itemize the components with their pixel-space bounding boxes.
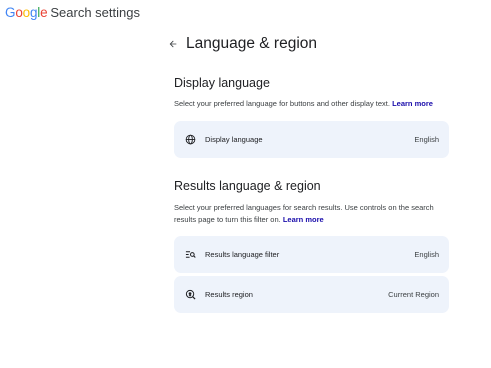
logo-letter: o xyxy=(22,5,31,20)
learn-more-link[interactable]: Learn more xyxy=(392,99,433,108)
row-value: English xyxy=(414,250,439,259)
google-logo[interactable]: Google xyxy=(5,5,48,21)
results-language-filter-row[interactable]: Results language filter English xyxy=(174,236,449,273)
results-language-description: Select your preferred languages for sear… xyxy=(174,202,436,225)
display-language-heading: Display language xyxy=(174,76,270,90)
learn-more-link[interactable]: Learn more xyxy=(283,215,324,224)
row-value: Current Region xyxy=(388,290,439,299)
row-label: Results region xyxy=(205,290,253,299)
filter-search-icon xyxy=(185,249,196,260)
results-language-heading: Results language & region xyxy=(174,179,321,193)
results-region-row[interactable]: Results region Current Region xyxy=(174,276,449,313)
logo-letter: e xyxy=(40,5,48,20)
back-button[interactable] xyxy=(167,38,179,50)
app-title: Search settings xyxy=(50,5,140,20)
logo-letter: g xyxy=(29,5,38,20)
top-bar: Google Search settings xyxy=(5,5,140,21)
logo-letter: o xyxy=(15,5,23,20)
location-search-icon xyxy=(185,289,196,300)
row-label: Display language xyxy=(205,135,263,144)
row-label: Results language filter xyxy=(205,250,280,259)
arrow-left-icon xyxy=(169,40,177,48)
description-text: Select your preferred language for butto… xyxy=(174,99,390,108)
page-header: Language & region xyxy=(167,34,317,54)
row-value: English xyxy=(414,135,439,144)
display-language-description: Select your preferred language for butto… xyxy=(174,98,436,110)
logo-letter: G xyxy=(5,5,16,20)
globe-icon xyxy=(185,134,196,145)
display-language-row[interactable]: Display language English xyxy=(174,121,449,158)
page-title: Language & region xyxy=(186,35,318,52)
search-settings-page: Google Search settings Language & region… xyxy=(0,0,491,368)
